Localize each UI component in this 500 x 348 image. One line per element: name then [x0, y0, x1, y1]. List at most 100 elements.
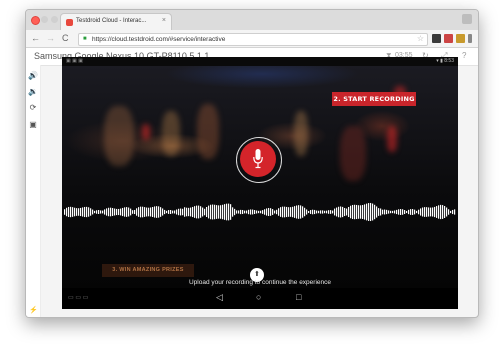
waveform-bar: [110, 207, 112, 217]
waveform-bar: [394, 210, 396, 214]
record-button[interactable]: [240, 141, 276, 177]
background-blur: [142, 124, 150, 140]
lock-icon: ■: [83, 36, 87, 42]
waveform-bar: [292, 206, 294, 218]
waveform-bar: [368, 203, 370, 221]
waveform-bar: [196, 205, 198, 219]
waveform-bar: [130, 208, 132, 216]
waveform-bar: [246, 210, 248, 214]
android-status-bar: ▣ ▣ ▣ ▾ ▮ 8:53: [62, 57, 458, 66]
power-icon[interactable]: ⚡: [29, 306, 38, 314]
notification-icons: ▣ ▣ ▣: [66, 58, 83, 64]
waveform-bar: [92, 209, 94, 215]
extension-icon[interactable]: [444, 34, 453, 43]
waveform-bar: [104, 209, 106, 215]
android-nav-bar: ▭ ▭ ▭ ◁ ○ □: [62, 288, 458, 309]
forward-button[interactable]: →: [46, 33, 55, 43]
waveform-bar: [396, 209, 398, 215]
volume-up-icon[interactable]: 🔊: [28, 71, 38, 80]
waveform-bar: [248, 209, 250, 215]
waveform-bar: [414, 209, 416, 215]
waveform-bar: [68, 206, 70, 218]
help-icon[interactable]: ?: [462, 51, 466, 60]
waveform-bar: [328, 210, 330, 214]
waveform-bar: [202, 207, 204, 217]
waveform-bar: [106, 208, 108, 216]
profile-icon[interactable]: [462, 14, 472, 24]
background-blur: [104, 106, 134, 166]
waveform-bar: [208, 205, 210, 219]
back-button[interactable]: ←: [31, 33, 40, 43]
tab-title: Testdroid Cloud - Interac...: [76, 18, 147, 24]
waveform-bar: [354, 204, 356, 220]
back-nav-icon[interactable]: ◁: [216, 292, 223, 303]
address-bar[interactable]: ■ https://cloud.testdroid.com/#service/i…: [78, 33, 428, 46]
waveform-bar: [260, 210, 262, 214]
minimize-window-button[interactable]: [41, 16, 48, 23]
waveform-bar: [108, 207, 110, 217]
waveform-bar: [114, 208, 116, 216]
waveform-bar: [436, 206, 438, 218]
waveform-bar: [286, 206, 288, 218]
waveform-bar: [362, 205, 364, 219]
extension-icon[interactable]: [432, 34, 441, 43]
background-blur: [197, 104, 219, 159]
waveform-bar: [358, 205, 360, 219]
waveform-bar: [118, 208, 120, 216]
zoom-window-button[interactable]: [51, 16, 58, 23]
waveform-bar: [334, 208, 336, 216]
waveform-bar: [134, 209, 136, 215]
waveform-bar: [340, 206, 342, 218]
waveform-bar: [378, 208, 380, 216]
waveform-bar: [156, 206, 158, 218]
waveform-bar: [120, 208, 122, 216]
waveform-bar: [224, 204, 226, 220]
waveform-bar: [102, 210, 104, 214]
waveform-bar: [100, 210, 102, 214]
tool-rail: 🔊 🔉 ⟳ ▣: [26, 65, 41, 317]
waveform-bar: [244, 210, 246, 214]
waveform-bar: [188, 207, 190, 217]
waveform-bar: [424, 207, 426, 217]
waveform-bar: [422, 207, 424, 217]
waveform-bar: [324, 210, 326, 214]
home-nav-icon[interactable]: ○: [256, 292, 261, 302]
waveform-bar: [282, 206, 284, 218]
waveform-bar: [382, 209, 384, 215]
volume-down-icon[interactable]: 🔉: [28, 87, 38, 96]
waveform-bar: [228, 203, 230, 221]
tab-close-icon[interactable]: ×: [162, 17, 166, 24]
waveform-bar: [454, 209, 456, 215]
waveform-bar: [160, 207, 162, 217]
menu-icon[interactable]: [468, 34, 472, 43]
waveform-bar: [124, 207, 126, 217]
screenshot-icon[interactable]: ▣: [28, 120, 38, 129]
waveform-bar: [194, 206, 196, 218]
waveform-bar: [428, 207, 430, 217]
waveform-bar: [128, 207, 130, 217]
waveform-bar: [144, 207, 146, 217]
waveform-bar: [332, 210, 334, 214]
waveform-bar: [142, 206, 144, 218]
close-window-button[interactable]: [31, 16, 40, 25]
waveform-bar: [250, 209, 252, 215]
waveform-bar: [376, 206, 378, 218]
waveform-bar: [266, 208, 268, 216]
waveform-bar: [98, 209, 100, 215]
waveform-bar: [240, 209, 242, 215]
waveform-bar: [80, 207, 82, 217]
device-screen[interactable]: ▣ ▣ ▣ ▾ ▮ 8:53 2. START RECORDING 3. WIN…: [62, 57, 458, 309]
reload-button[interactable]: C: [62, 33, 69, 43]
extension-icon[interactable]: [456, 34, 465, 43]
browser-tab[interactable]: Testdroid Cloud - Interac... ×: [60, 13, 172, 31]
rotate-icon[interactable]: ⟳: [28, 103, 38, 112]
waveform-bar: [402, 209, 404, 215]
bookmark-star-icon[interactable]: ☆: [417, 34, 424, 43]
waveform-bar: [94, 210, 96, 214]
waveform-bar: [180, 208, 182, 216]
waveform-bar: [390, 210, 392, 214]
waveform-bar: [442, 205, 444, 219]
waveform-bar: [236, 210, 238, 214]
recents-nav-icon[interactable]: □: [296, 292, 301, 302]
waveform-bar: [146, 207, 148, 217]
